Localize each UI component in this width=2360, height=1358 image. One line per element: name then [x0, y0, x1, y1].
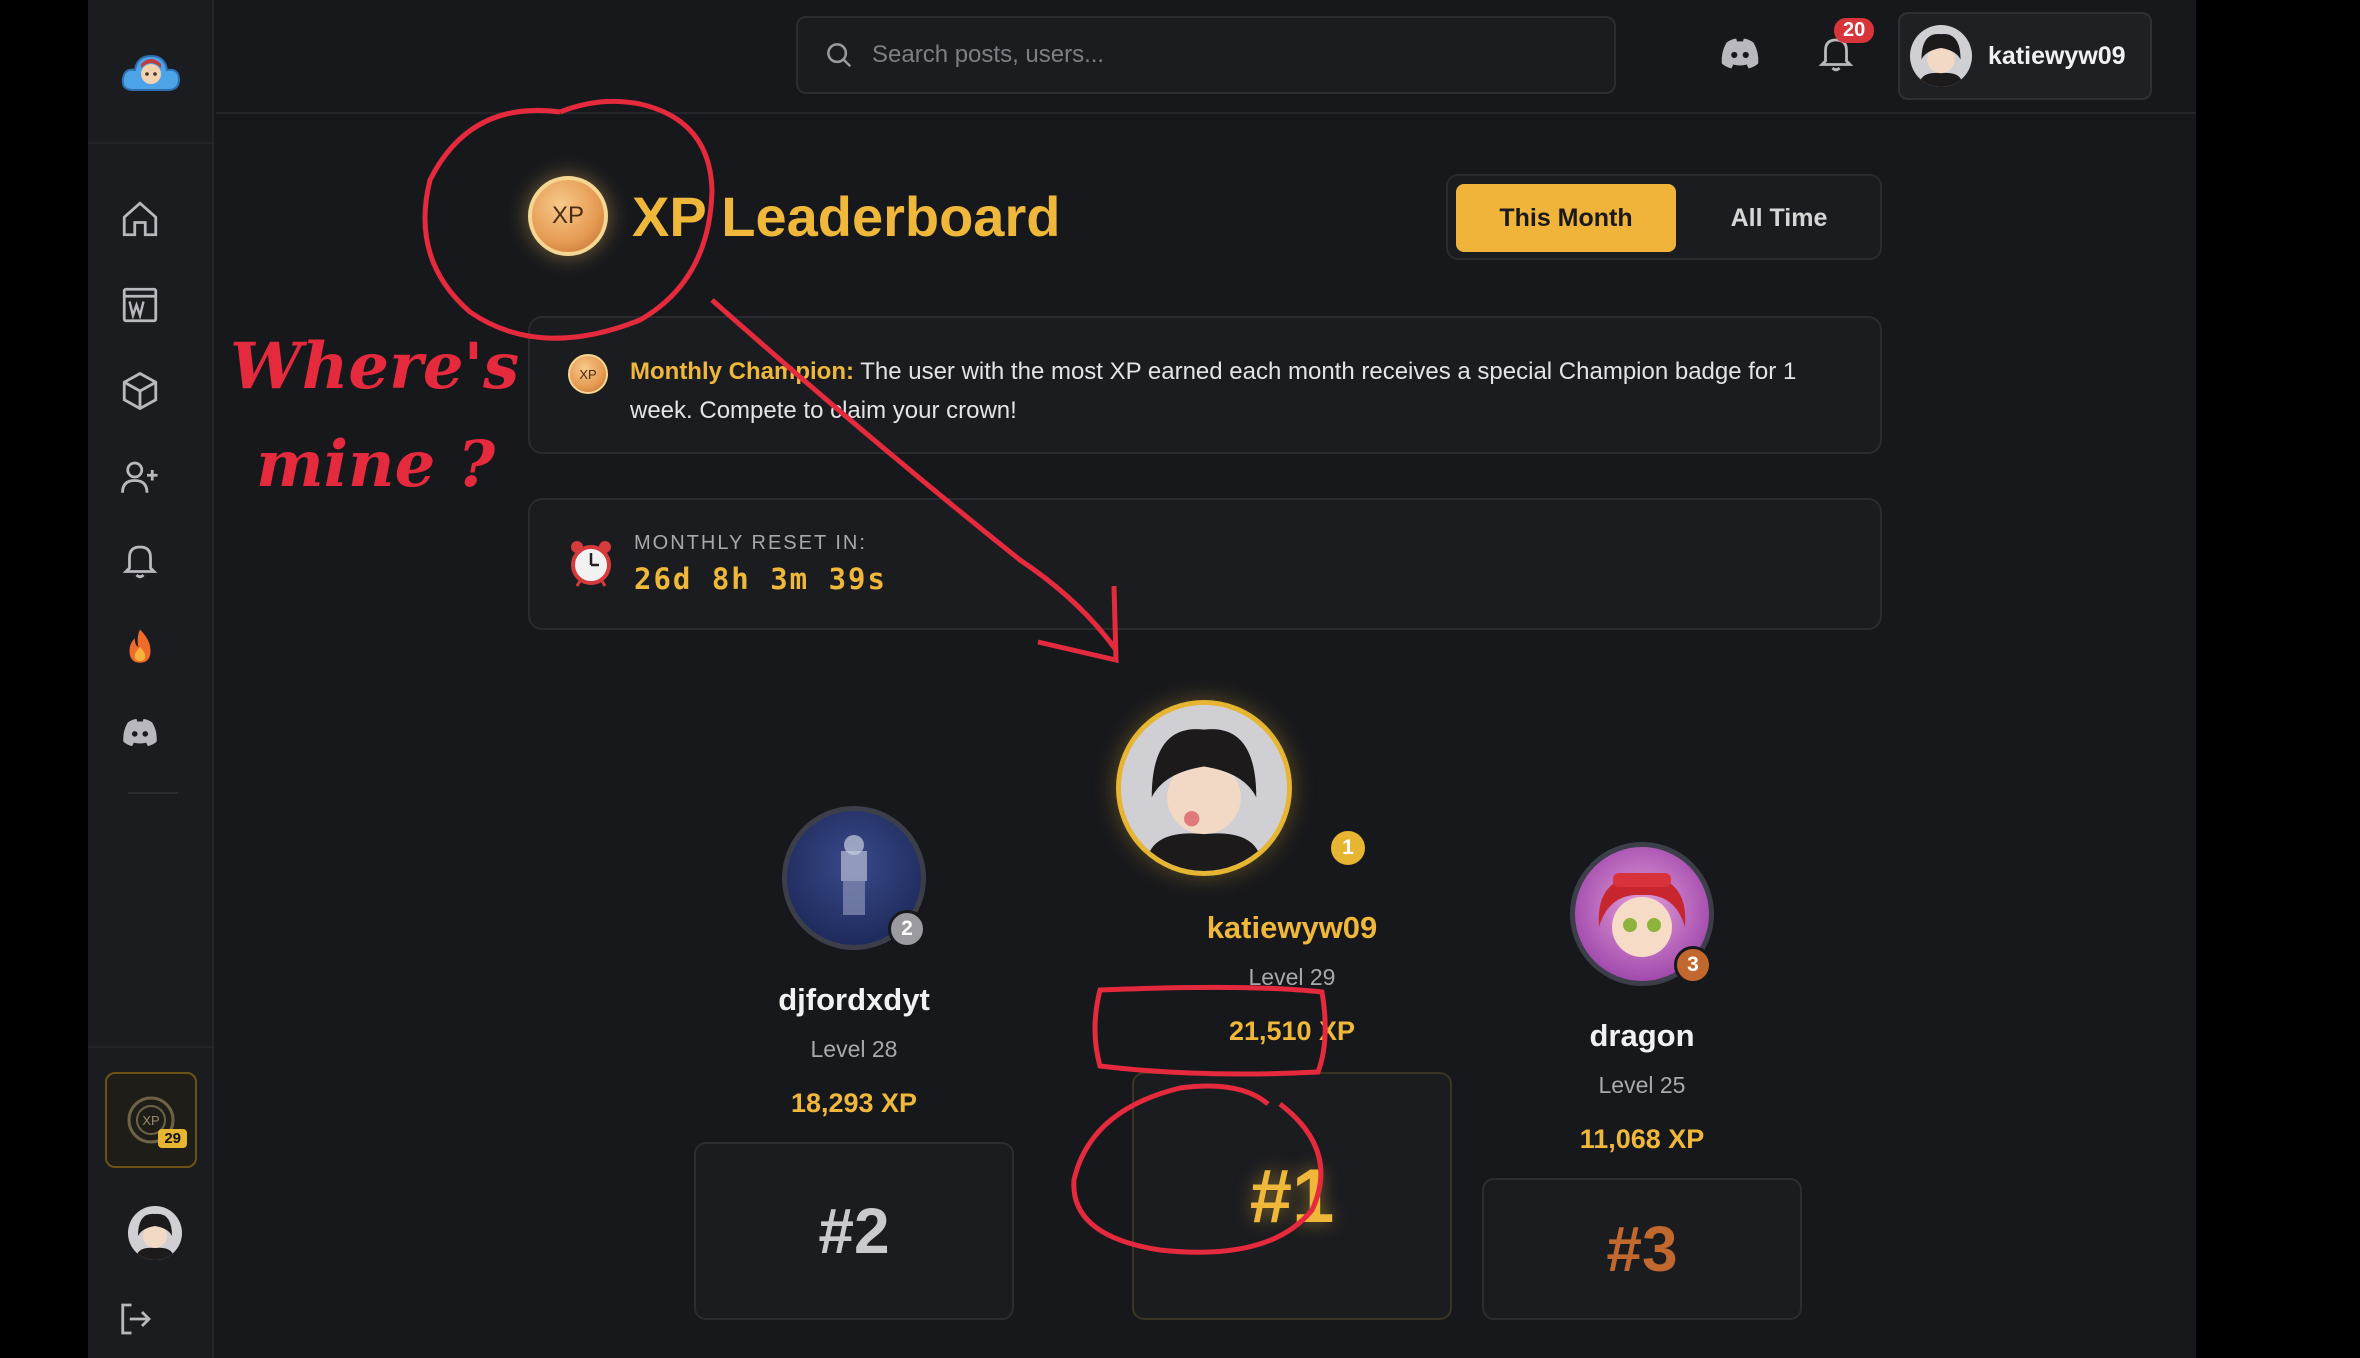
logout-button[interactable]	[110, 1294, 160, 1344]
reset-countdown: 26d 8h 3m 39s	[634, 562, 887, 596]
page-header: XP XP Leaderboard	[528, 176, 1060, 256]
search-icon	[827, 43, 852, 68]
svg-text:XP: XP	[142, 1113, 159, 1128]
logo-area	[88, 0, 214, 144]
home-icon	[122, 201, 158, 237]
page-title: XP Leaderboard	[632, 184, 1061, 248]
alarm-clock-icon	[571, 541, 611, 587]
podium-level: Level 25	[1598, 1072, 1686, 1098]
add-user-icon	[121, 461, 158, 493]
avatar	[1910, 25, 1972, 87]
podium-xp: 21,510 XP	[1228, 1016, 1356, 1046]
top-bar: 20 katiewyw09	[216, 0, 2196, 114]
xp-level-button[interactable]: XP 29	[105, 1072, 197, 1168]
sidebar-item-notifications[interactable]	[115, 536, 165, 586]
username-label: katiewyw09	[1988, 41, 2126, 70]
podium-name: djfordxdyt	[778, 982, 930, 1017]
discord-icon	[1721, 38, 1759, 69]
reset-label: MONTHLY RESET IN:	[634, 532, 867, 554]
champion-info-text: Monthly Champion: The user with the most…	[630, 352, 1830, 430]
podium-level: Level 28	[810, 1036, 898, 1062]
podium-xp: 18,293 XP	[790, 1088, 918, 1118]
podium-xp: 11,068 XP	[1579, 1124, 1705, 1154]
logo-icon[interactable]	[119, 44, 183, 98]
champion-info-card: XP Monthly Champion: The user with the m…	[528, 316, 1882, 454]
sidebar-item-models[interactable]	[115, 366, 165, 416]
sidebar-item-discord[interactable]	[115, 708, 165, 758]
discord-button[interactable]	[1716, 30, 1764, 78]
rank-1-medal: 1	[1328, 828, 1368, 868]
sidebar-bottom-divider	[88, 1046, 214, 1048]
avatar	[128, 1206, 182, 1260]
sidebar-item-wiki[interactable]	[115, 280, 165, 330]
fire-icon	[129, 629, 151, 663]
level-tag: 29	[158, 1129, 187, 1148]
cube-icon	[122, 371, 158, 411]
sidebar-item-trending[interactable]	[115, 622, 165, 672]
champion-info-heading: Monthly Champion:	[630, 358, 854, 385]
podium-step-2: #2	[694, 1142, 1014, 1320]
xp-coin-icon: XP	[568, 354, 608, 394]
period-tabs: This Month All Time	[1446, 174, 1882, 260]
sidebar-item-home[interactable]	[115, 194, 165, 244]
xp-coin-label: XP	[551, 202, 584, 229]
podium-name: katiewyw09	[1206, 910, 1378, 945]
search-input[interactable]	[872, 41, 1572, 69]
podium-step-3: #3	[1482, 1178, 1802, 1320]
tab-all-time[interactable]: All Time	[1684, 184, 1874, 252]
rank-3-medal: 3	[1674, 946, 1712, 984]
podium-level: Level 29	[1248, 964, 1336, 990]
wiki-icon	[122, 287, 158, 323]
discord-icon	[123, 719, 157, 747]
logout-icon	[121, 1303, 151, 1335]
sidebar-avatar[interactable]	[128, 1206, 182, 1260]
bell-icon	[122, 545, 158, 579]
tab-this-month[interactable]: This Month	[1456, 184, 1676, 252]
avatar	[1116, 700, 1292, 876]
xp-coin-icon: XP	[528, 176, 608, 256]
rank-2-medal: 2	[888, 910, 926, 948]
reset-countdown-card: MONTHLY RESET IN: 26d 8h 3m 39s	[528, 498, 1882, 630]
sidebar-divider	[128, 792, 178, 794]
sidebar: XP 29	[88, 0, 214, 1358]
podium-name: dragon	[1589, 1018, 1695, 1053]
sidebar-item-add-user[interactable]	[115, 452, 165, 502]
podium-step-1: #1	[1132, 1072, 1452, 1320]
search-box[interactable]	[796, 16, 1616, 94]
user-menu-button[interactable]: katiewyw09	[1898, 12, 2152, 100]
app-window: XP 29 20 katiewyw09 XP	[88, 0, 2196, 1358]
notification-count-badge: 20	[1834, 18, 1875, 43]
